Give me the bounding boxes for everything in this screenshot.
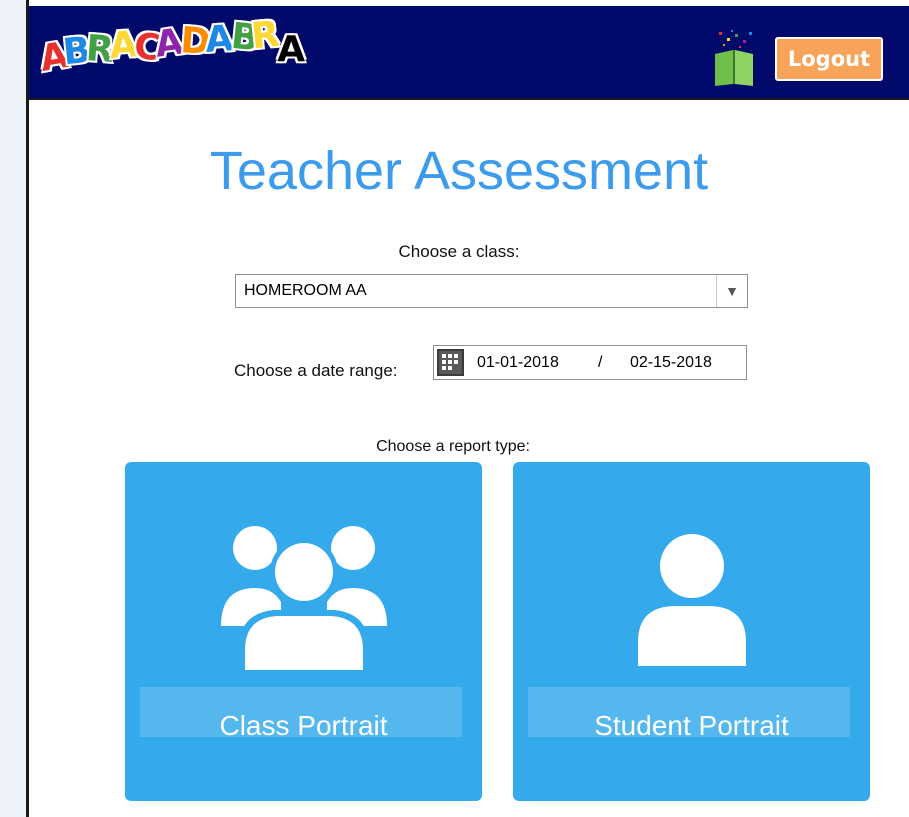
class-prompt-label: Choose a class: <box>398 242 520 261</box>
logo-letter: A <box>276 29 306 70</box>
student-portrait-card[interactable]: Student Portrait <box>513 462 870 801</box>
class-select-value: HOMEROOM AA <box>244 282 367 299</box>
book-icon <box>715 30 753 86</box>
page-title: Teacher Assessment <box>209 141 709 201</box>
date-range-field[interactable]: 01-01-2018 / 02-15-2018 <box>433 345 747 380</box>
logout-button[interactable]: Logout <box>775 37 883 81</box>
header-bar: ABRACADABRA Logout <box>29 6 909 100</box>
date-start[interactable]: 01-01-2018 <box>477 354 559 372</box>
logo-letter: R <box>249 13 283 59</box>
group-icon <box>221 526 387 670</box>
report-prompt-label: Choose a report type: <box>376 438 530 455</box>
abracadabra-logo[interactable]: ABRACADABRA <box>36 13 306 82</box>
person-icon <box>638 534 746 666</box>
calendar-icon[interactable] <box>437 349 464 376</box>
student-portrait-label: Student Portrait <box>594 710 789 741</box>
date-prompt-label: Choose a date range: <box>234 361 398 380</box>
date-end[interactable]: 02-15-2018 <box>630 354 712 372</box>
app-frame: ABRACADABRA Logout Teacher Assessment Ch… <box>26 0 909 817</box>
window-left-strip <box>0 0 26 817</box>
class-portrait-card[interactable]: Class Portrait <box>125 462 482 801</box>
chevron-down-icon[interactable]: ▼ <box>716 275 747 307</box>
date-separator: / <box>598 354 603 371</box>
class-select[interactable]: HOMEROOM AA ▼ <box>235 274 748 308</box>
class-portrait-label: Class Portrait <box>219 710 388 741</box>
